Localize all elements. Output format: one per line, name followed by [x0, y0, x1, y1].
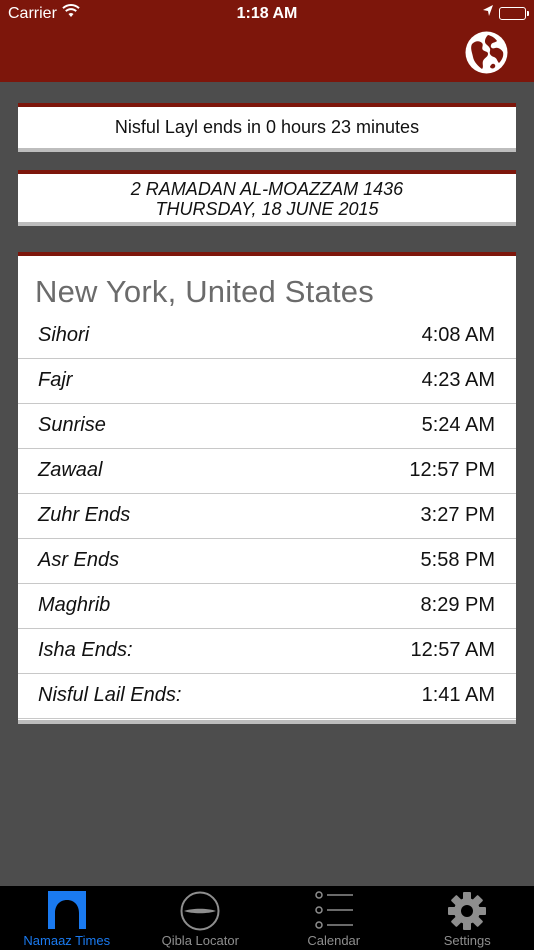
compass-icon: [180, 891, 220, 936]
gear-icon: [447, 891, 487, 936]
prayer-name: Zuhr Ends: [38, 504, 131, 526]
prayer-time: 4:08 AM: [421, 324, 495, 346]
prayer-time: 5:24 AM: [421, 414, 495, 436]
prayer-time: 12:57 AM: [410, 639, 495, 661]
prayer-name: Fajr: [38, 369, 73, 391]
gregorian-date: THURSDAY, 18 JUNE 2015: [155, 199, 379, 219]
prayer-name: Maghrib: [38, 594, 111, 616]
battery-icon: [499, 7, 529, 20]
prayer-row: Isha Ends: 12:57 AM: [18, 629, 516, 674]
prayer-time: 5:58 PM: [420, 549, 495, 571]
tab-label: Namaaz Times: [23, 933, 111, 948]
list-icon: [314, 891, 354, 934]
prayer-row: Sunrise 5:24 AM: [18, 404, 516, 449]
tab-settings[interactable]: Settings: [401, 886, 534, 950]
countdown-text: Nisful Layl ends in 0 hours 23 minutes: [114, 117, 420, 137]
prayer-row: Zuhr Ends 3:27 PM: [18, 494, 516, 539]
tab-calendar[interactable]: Calendar: [267, 886, 401, 950]
prayer-row: Maghrib 8:29 PM: [18, 584, 516, 629]
prayer-row: Sihori 4:08 AM: [18, 314, 516, 359]
prayer-name: Sunrise: [38, 414, 106, 436]
prayer-name: Sihori: [38, 324, 90, 346]
tab-label: Qibla Locator: [161, 933, 239, 948]
prayer-row: Nisful Lail Ends: 1:41 AM: [18, 674, 516, 719]
navigation-bar: Carrier 1:18 AM: [0, 0, 534, 82]
prayer-row: Zawaal 12:57 PM: [18, 449, 516, 494]
prayer-times-card: New York, United States Sihori 4:08 AM F…: [18, 252, 516, 724]
status-time: 1:18 AM: [236, 5, 298, 22]
prayer-name: Zawaal: [38, 459, 103, 481]
countdown-card: Nisful Layl ends in 0 hours 23 minutes: [18, 103, 516, 152]
prayer-row: Asr Ends 5:58 PM: [18, 539, 516, 584]
prayer-time: 12:57 PM: [409, 459, 495, 481]
prayer-name: Isha Ends:: [38, 639, 133, 661]
tab-label: Calendar: [307, 933, 361, 948]
prayer-name: Asr Ends: [38, 549, 120, 571]
prayer-time: 4:23 AM: [421, 369, 495, 391]
tab-qibla-locator[interactable]: Qibla Locator: [134, 886, 268, 950]
tab-bar: Namaaz Times Qibla Locator Calendar Sett…: [0, 886, 534, 950]
prayer-times-list: Sihori 4:08 AM Fajr 4:23 AM Sunrise 5:24…: [18, 314, 516, 719]
globe-icon[interactable]: [464, 30, 509, 75]
date-card: 2 RAMADAN AL-MOAZZAM 1436 THURSDAY, 18 J…: [18, 170, 516, 226]
status-bar: Carrier 1:18 AM: [0, 0, 534, 28]
prayer-time: 1:41 AM: [421, 684, 495, 706]
prayer-time: 8:29 PM: [420, 594, 495, 616]
tab-namaaz-times[interactable]: Namaaz Times: [0, 886, 134, 950]
prayer-name: Nisful Lail Ends:: [38, 684, 182, 706]
mosque-arch-icon: [47, 891, 87, 934]
location-arrow-icon: [482, 4, 494, 23]
prayer-row: Fajr 4:23 AM: [18, 359, 516, 404]
city-title: New York, United States: [35, 274, 374, 309]
tab-label: Settings: [443, 933, 491, 948]
prayer-time: 3:27 PM: [420, 504, 495, 526]
hijri-date: 2 RAMADAN AL-MOAZZAM 1436: [130, 179, 404, 199]
